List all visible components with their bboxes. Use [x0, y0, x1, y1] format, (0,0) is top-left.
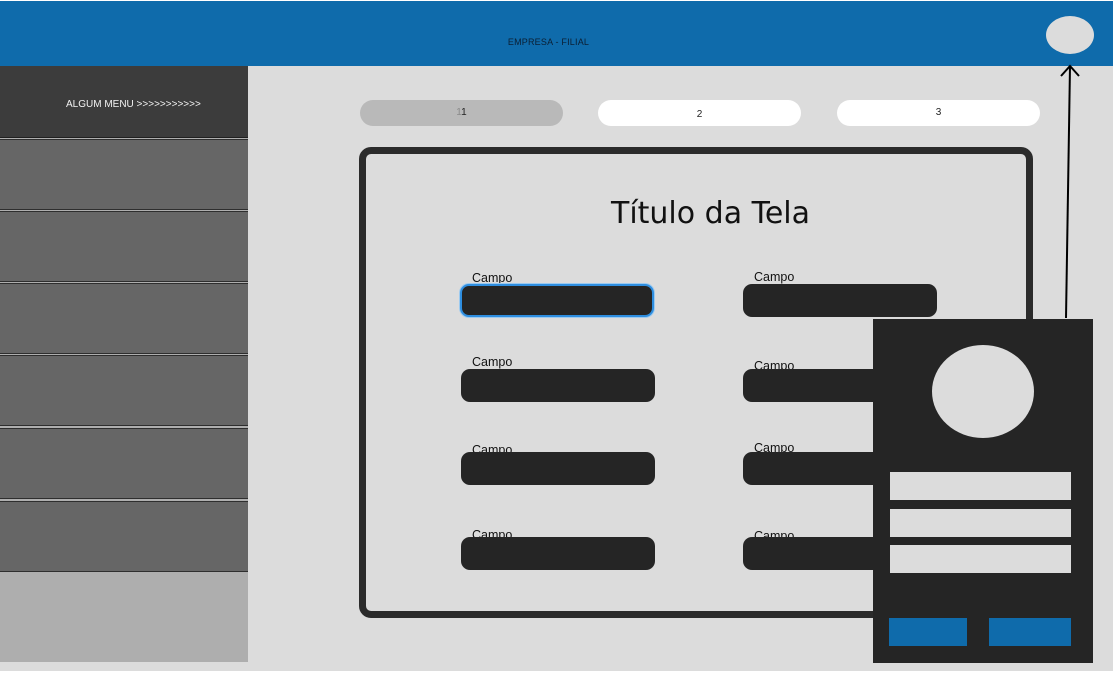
step-2-label: 2	[696, 109, 703, 120]
profile-field-3[interactable]	[890, 545, 1071, 573]
step-1-label: 1	[461, 107, 467, 118]
sidebar-item-2[interactable]	[0, 211, 248, 282]
field-input[interactable]	[461, 369, 655, 402]
step-3-label: 3	[935, 107, 942, 118]
profile-field-1[interactable]	[890, 472, 1071, 500]
step-2-tab[interactable]: 2	[598, 100, 801, 126]
sidebar-item-5[interactable]	[0, 428, 248, 499]
profile-confirm-button[interactable]	[989, 618, 1071, 646]
sidebar-item-4[interactable]	[0, 355, 248, 426]
profile-field-2[interactable]	[890, 509, 1071, 537]
field-label: Campo	[472, 271, 513, 285]
sidebar-menu-title: ALGUM MENU >>>>>>>>>>>	[66, 99, 201, 110]
sidebar: ALGUM MENU >>>>>>>>>>>	[0, 66, 248, 662]
profile-cancel-button[interactable]	[889, 618, 967, 646]
sidebar-menu-header[interactable]: ALGUM MENU >>>>>>>>>>>	[0, 66, 248, 138]
field-label: Campo	[754, 270, 795, 284]
sidebar-item-1[interactable]	[0, 139, 248, 210]
profile-popover	[873, 319, 1093, 663]
field-label: Campo	[472, 355, 513, 369]
field-input[interactable]	[743, 284, 937, 317]
sidebar-item-6[interactable]	[0, 501, 248, 572]
field-input[interactable]	[461, 452, 655, 485]
user-avatar-button[interactable]	[1046, 16, 1094, 54]
field-input[interactable]	[461, 537, 655, 570]
profile-avatar	[932, 345, 1034, 438]
company-branch-title: EMPRESA - FILIAL	[507, 37, 590, 47]
top-bar: EMPRESA - FILIAL	[0, 1, 1113, 66]
step-1-tab[interactable]: 11	[360, 100, 563, 126]
sidebar-item-3[interactable]	[0, 283, 248, 354]
page-title: Título da Tela	[611, 196, 811, 231]
step-3-tab[interactable]: 3	[837, 100, 1040, 126]
field-input[interactable]	[460, 284, 654, 317]
